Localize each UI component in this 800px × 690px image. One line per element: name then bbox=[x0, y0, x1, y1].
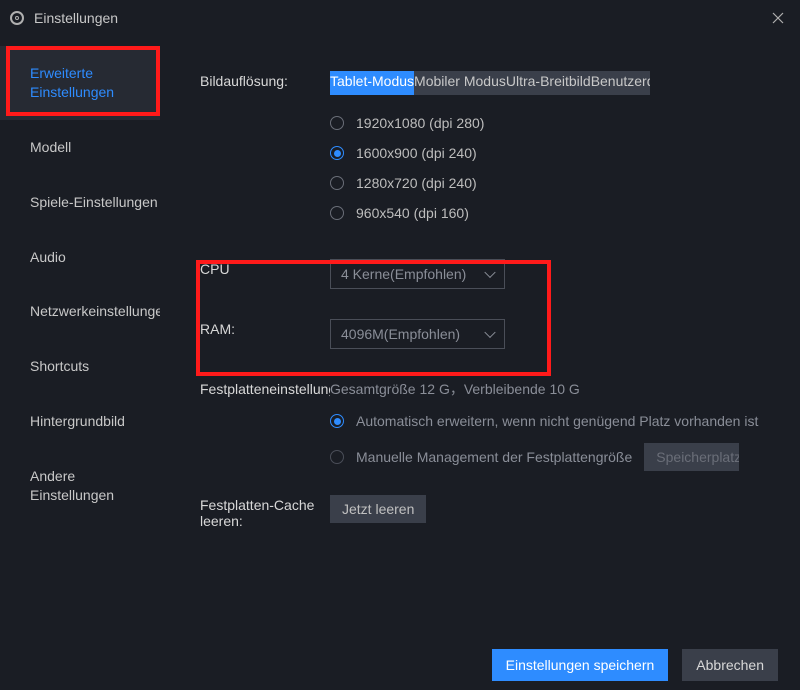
disk-option-auto[interactable]: Automatisch erweitern, wenn nicht genüge… bbox=[330, 413, 780, 429]
sidebar-item-label: Erweiterte Einstellungen bbox=[30, 65, 114, 100]
cpu-select[interactable]: 4 Kerne(Empfohlen) bbox=[330, 259, 505, 289]
sidebar-item-audio[interactable]: Audio bbox=[0, 230, 160, 285]
sidebar-item-label: Shortcuts bbox=[30, 358, 89, 374]
sidebar-item-advanced[interactable]: Erweiterte Einstellungen bbox=[0, 46, 160, 120]
sidebar-item-label: Audio bbox=[30, 249, 66, 265]
sidebar-item-shortcuts[interactable]: Shortcuts bbox=[0, 339, 160, 394]
mode-tab-custom[interactable]: Benutzerdefiniert bbox=[591, 71, 650, 95]
sidebar-item-wallpaper[interactable]: Hintergrundbild bbox=[0, 394, 160, 449]
sidebar-item-label: Netzwerkeinstellungen bbox=[30, 303, 160, 319]
cpu-value: 4 Kerne(Empfohlen) bbox=[341, 266, 466, 282]
cache-label: Festplatten-Cache leeren: bbox=[200, 495, 330, 529]
radio-icon bbox=[330, 116, 344, 130]
sidebar-item-label: Spiele-Einstellungen bbox=[30, 194, 158, 210]
mode-tab-ultrawide[interactable]: Ultra-Breitbild bbox=[506, 71, 591, 95]
mode-tab-mobile[interactable]: Mobiler Modus bbox=[414, 71, 506, 95]
ram-label: RAM: bbox=[200, 319, 330, 337]
save-button[interactable]: Einstellungen speichern bbox=[492, 649, 669, 681]
footer: Einstellungen speichern Abbrechen bbox=[0, 640, 800, 690]
resolution-mode-tabs: Tablet-Modus Mobiler Modus Ultra-Breitbi… bbox=[330, 71, 650, 95]
disk-info: Gesamtgröße 12 G，Verbleibende 10 G bbox=[330, 379, 780, 399]
close-button[interactable] bbox=[766, 6, 790, 30]
clear-cache-button[interactable]: Jetzt leeren bbox=[330, 495, 426, 523]
chevron-down-icon bbox=[484, 327, 495, 338]
ram-value: 4096M(Empfohlen) bbox=[341, 326, 460, 342]
radio-icon bbox=[330, 206, 344, 220]
sidebar-item-games[interactable]: Spiele-Einstellungen bbox=[0, 175, 160, 230]
mode-tab-tablet[interactable]: Tablet-Modus bbox=[330, 71, 414, 95]
disk-option-manual[interactable]: Manuelle Management der Festplattengröße… bbox=[330, 443, 780, 471]
resolution-option[interactable]: 1920x1080 (dpi 280) bbox=[330, 115, 780, 131]
resolution-option[interactable]: 1280x720 (dpi 240) bbox=[330, 175, 780, 191]
sidebar-item-network[interactable]: Netzwerkeinstellungen bbox=[0, 284, 160, 339]
radio-icon bbox=[330, 450, 344, 464]
resolution-option[interactable]: 960x540 (dpi 160) bbox=[330, 205, 780, 221]
sidebar-item-label: Hintergrundbild bbox=[30, 413, 125, 429]
sidebar-item-label: Andere Einstellungen bbox=[30, 468, 114, 503]
disk-label: Festplatteneinstellungen: bbox=[200, 379, 330, 397]
radio-icon bbox=[330, 176, 344, 190]
titlebar: Einstellungen bbox=[0, 0, 800, 36]
cancel-button[interactable]: Abbrechen bbox=[682, 649, 778, 681]
window-title: Einstellungen bbox=[34, 10, 118, 26]
ram-select[interactable]: 4096M(Empfohlen) bbox=[330, 319, 505, 349]
resolution-option[interactable]: 1600x900 (dpi 240) bbox=[330, 145, 780, 161]
sidebar-item-other[interactable]: Andere Einstellungen bbox=[0, 449, 160, 523]
chevron-down-icon bbox=[484, 267, 495, 278]
radio-icon bbox=[330, 414, 344, 428]
sidebar-item-label: Modell bbox=[30, 139, 71, 155]
resolution-label: Bildauflösung: bbox=[200, 71, 330, 89]
gear-icon bbox=[10, 11, 24, 25]
sidebar-item-model[interactable]: Modell bbox=[0, 120, 160, 175]
cpu-label: CPU bbox=[200, 259, 330, 277]
main-panel: Bildauflösung: Tablet-Modus Mobiler Modu… bbox=[160, 36, 800, 640]
expand-storage-button: Speicherplatz erweitern bbox=[644, 443, 739, 471]
sidebar: Erweiterte Einstellungen Modell Spiele-E… bbox=[0, 36, 160, 640]
resolution-options: 1920x1080 (dpi 280) 1600x900 (dpi 240) 1… bbox=[330, 115, 780, 221]
radio-icon bbox=[330, 146, 344, 160]
